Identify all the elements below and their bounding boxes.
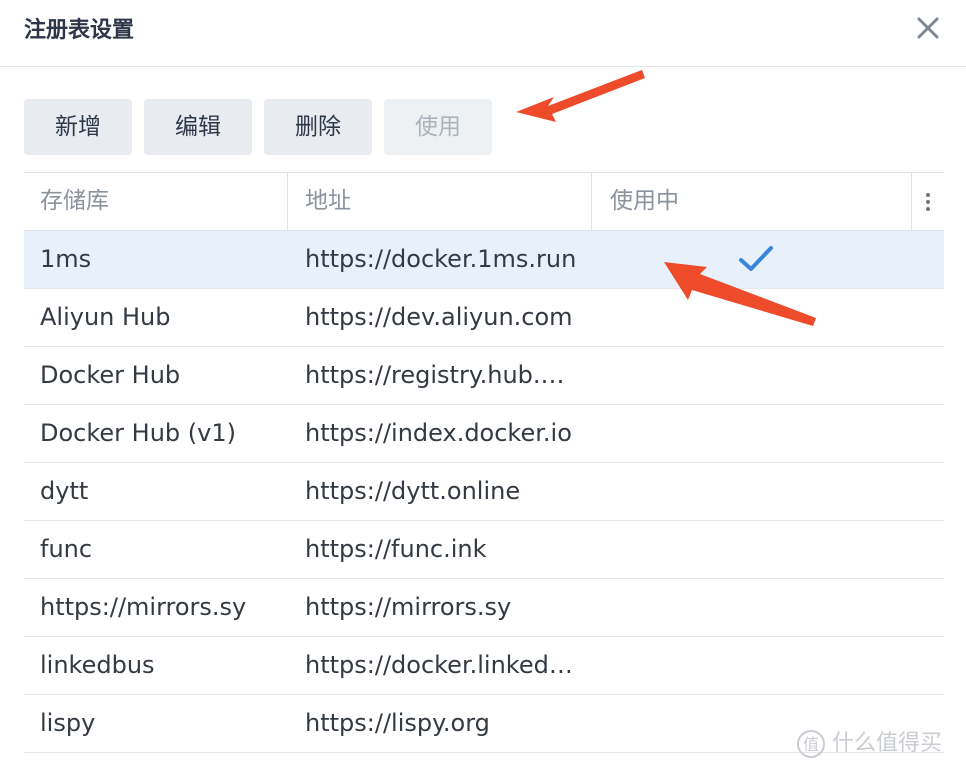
repository-name: dytt (40, 477, 89, 505)
table-row[interactable]: 1ms https://docker.1ms.run (24, 231, 944, 289)
table-row[interactable]: https://mirrors.sy https://mirrors.sy (24, 579, 944, 637)
column-header-address[interactable]: 地址 (305, 173, 351, 230)
table-row[interactable]: Docker Hub https://registry.hub.docker.co… (24, 347, 944, 405)
svg-text:值: 值 (803, 735, 819, 754)
table-row[interactable]: linkedbus https://docker.linkedbus.com (24, 637, 944, 695)
repository-url: https://docker.1ms.run (305, 245, 577, 273)
repository-url: https://dytt.online (305, 477, 521, 505)
repository-name: 1ms (40, 245, 92, 273)
delete-button[interactable]: 删除 (264, 99, 372, 155)
annotation-arrow-toolbar (516, 70, 645, 122)
add-button[interactable]: 新增 (24, 99, 132, 155)
use-button[interactable]: 使用 (384, 99, 492, 155)
repository-name: Docker Hub (v1) (40, 419, 236, 447)
table-row[interactable]: Aliyun Hub https://dev.aliyun.com (24, 289, 944, 347)
edit-button[interactable]: 编辑 (144, 99, 252, 155)
repository-url: https://mirrors.sy (305, 593, 512, 621)
smzdm-logo-icon: 值 (797, 730, 825, 758)
repository-url: https://registry.hub.docker.com (305, 361, 577, 389)
vertical-dots-icon[interactable] (912, 173, 944, 230)
registry-settings-dialog: 注册表设置 新增 编辑 删除 使用 存储库 地址 使用中 1ms https://… (0, 0, 966, 770)
title-bar: 注册表设置 (0, 0, 966, 67)
repository-url: https://lispy.org (305, 709, 490, 737)
table-header: 存储库 地址 使用中 (24, 172, 944, 231)
repository-url: https://dev.aliyun.com (305, 303, 573, 331)
close-button[interactable] (912, 12, 944, 44)
column-header-repository[interactable]: 存储库 (40, 173, 109, 230)
column-divider[interactable] (287, 173, 288, 230)
repository-name: Aliyun Hub (40, 303, 171, 331)
table-row[interactable]: Docker Hub (v1) https://index.docker.io (24, 405, 944, 463)
table-row[interactable]: dytt https://dytt.online (24, 463, 944, 521)
repository-name: https://mirrors.sy (40, 593, 247, 621)
repository-url: https://index.docker.io (305, 419, 572, 447)
close-icon (917, 17, 939, 39)
column-divider[interactable] (591, 173, 592, 230)
dialog-title: 注册表设置 (24, 18, 135, 43)
table-row[interactable]: func https://func.ink (24, 521, 944, 579)
registry-table: 存储库 地址 使用中 1ms https://docker.1ms.run Aliy… (24, 172, 944, 753)
watermark: 值 什么值得买 (796, 726, 942, 762)
repository-name: lispy (40, 709, 96, 737)
checkmark-icon (739, 246, 773, 271)
repository-url: https://func.ink (305, 535, 487, 563)
watermark-text: 什么值得买 (832, 731, 943, 756)
table-body: 1ms https://docker.1ms.run Aliyun Hub https… (24, 231, 944, 753)
repository-name: func (40, 535, 93, 563)
column-header-in-use[interactable]: 使用中 (610, 173, 679, 230)
repository-name: Docker Hub (40, 361, 181, 389)
repository-name: linkedbus (40, 651, 155, 679)
repository-url: https://docker.linkedbus.com (305, 651, 577, 679)
